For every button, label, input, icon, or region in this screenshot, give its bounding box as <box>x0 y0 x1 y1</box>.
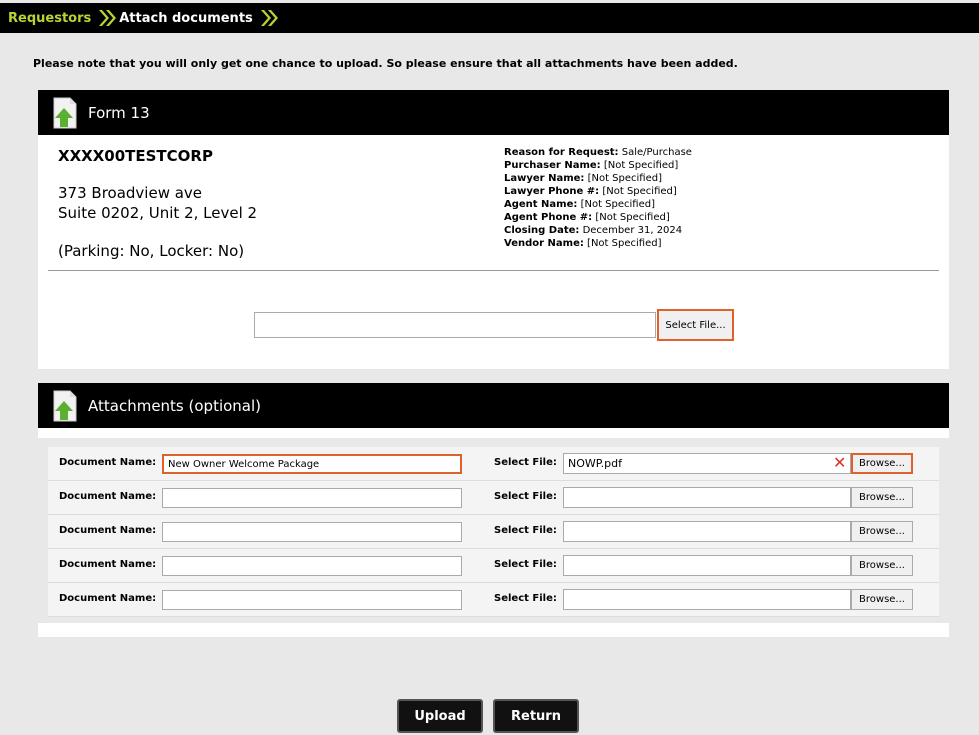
upload-document-icon <box>48 389 80 423</box>
select-file-label: Select File: <box>494 491 557 502</box>
request-details: Reason for Request: Sale/Purchase Purcha… <box>504 146 692 250</box>
attachments-spacer <box>38 428 949 438</box>
document-name-label: Document Name: <box>59 559 157 570</box>
document-name-label: Document Name: <box>59 457 157 468</box>
attachment-row: Document Name: Select File: Browse... <box>48 481 939 515</box>
attachments-footer <box>38 623 949 637</box>
document-name-label: Document Name: <box>59 593 157 604</box>
file-input[interactable] <box>563 589 851 610</box>
detail-row: Purchaser Name: [Not Specified] <box>504 160 679 171</box>
document-name-input[interactable] <box>162 488 462 508</box>
document-name-input[interactable] <box>162 556 462 576</box>
breadcrumb: Requestors Attach documents <box>0 3 979 33</box>
address-line-2: Suite 0202, Unit 2, Level 2 <box>58 204 258 222</box>
document-name-input[interactable]: New Owner Welcome Package <box>162 454 462 474</box>
document-name-input[interactable] <box>162 522 462 542</box>
attachments-header: Attachments (optional) <box>38 383 949 428</box>
document-name-input[interactable] <box>162 590 462 610</box>
detail-row: Lawyer Name: [Not Specified] <box>504 173 663 184</box>
detail-row: Vendor Name: [Not Specified] <box>504 238 662 249</box>
form13-header: Form 13 <box>38 90 949 135</box>
attachments-panel: Document Name: New Owner Welcome Package… <box>38 447 949 617</box>
corp-name: XXXX00TESTCORP <box>58 147 213 165</box>
attachment-row: Document Name: Select File: Browse... <box>48 549 939 583</box>
attachments-table: Document Name: New Owner Welcome Package… <box>48 447 939 617</box>
browse-button[interactable]: Browse... <box>851 555 913 576</box>
document-name-label: Document Name: <box>59 525 157 536</box>
upload-notice: Please note that you will only get one c… <box>33 57 738 70</box>
breadcrumb-current: Attach documents <box>119 10 253 26</box>
select-file-label: Select File: <box>494 593 557 604</box>
browse-button[interactable]: Browse... <box>851 589 913 610</box>
file-input[interactable] <box>563 555 851 576</box>
return-button[interactable]: Return <box>493 699 579 733</box>
divider <box>48 270 939 271</box>
detail-row: Agent Phone #: [Not Specified] <box>504 212 670 223</box>
form13-panel: XXXX00TESTCORP 373 Broadview ave Suite 0… <box>38 135 949 369</box>
browse-button[interactable]: Browse... <box>851 487 913 508</box>
upload-document-icon <box>48 96 80 130</box>
browse-button[interactable]: Browse... <box>851 521 913 542</box>
browse-button[interactable]: Browse... <box>851 453 913 474</box>
detail-row: Closing Date: December 31, 2024 <box>504 225 683 236</box>
file-input[interactable]: NOWP.pdf <box>563 453 851 474</box>
attachments-title: Attachments (optional) <box>88 396 262 415</box>
breadcrumb-requestors-link[interactable]: Requestors <box>8 11 91 26</box>
form13-file-input[interactable] <box>254 312 656 338</box>
attachment-row: Document Name: Select File: Browse... <box>48 583 939 617</box>
select-file-button[interactable]: Select File... <box>657 309 734 341</box>
select-file-label: Select File: <box>494 559 557 570</box>
upload-button[interactable]: Upload <box>397 699 483 733</box>
detail-row: Lawyer Phone #: [Not Specified] <box>504 186 677 197</box>
remove-file-icon[interactable]: ✕ <box>833 453 846 472</box>
double-chevron-icon <box>97 9 117 27</box>
attachment-row: Document Name: New Owner Welcome Package… <box>48 447 939 481</box>
document-name-label: Document Name: <box>59 491 157 502</box>
address-line-1: 373 Broadview ave <box>58 184 203 202</box>
file-input[interactable] <box>563 487 851 508</box>
detail-row: Agent Name: [Not Specified] <box>504 199 656 210</box>
form13-title: Form 13 <box>88 103 150 122</box>
file-input[interactable] <box>563 521 851 542</box>
parking-info: (Parking: No, Locker: No) <box>58 242 245 260</box>
select-file-label: Select File: <box>494 457 557 468</box>
detail-row: Reason for Request: Sale/Purchase <box>504 147 692 158</box>
attachment-row: Document Name: Select File: Browse... <box>48 515 939 549</box>
double-chevron-icon <box>259 9 279 27</box>
select-file-label: Select File: <box>494 525 557 536</box>
